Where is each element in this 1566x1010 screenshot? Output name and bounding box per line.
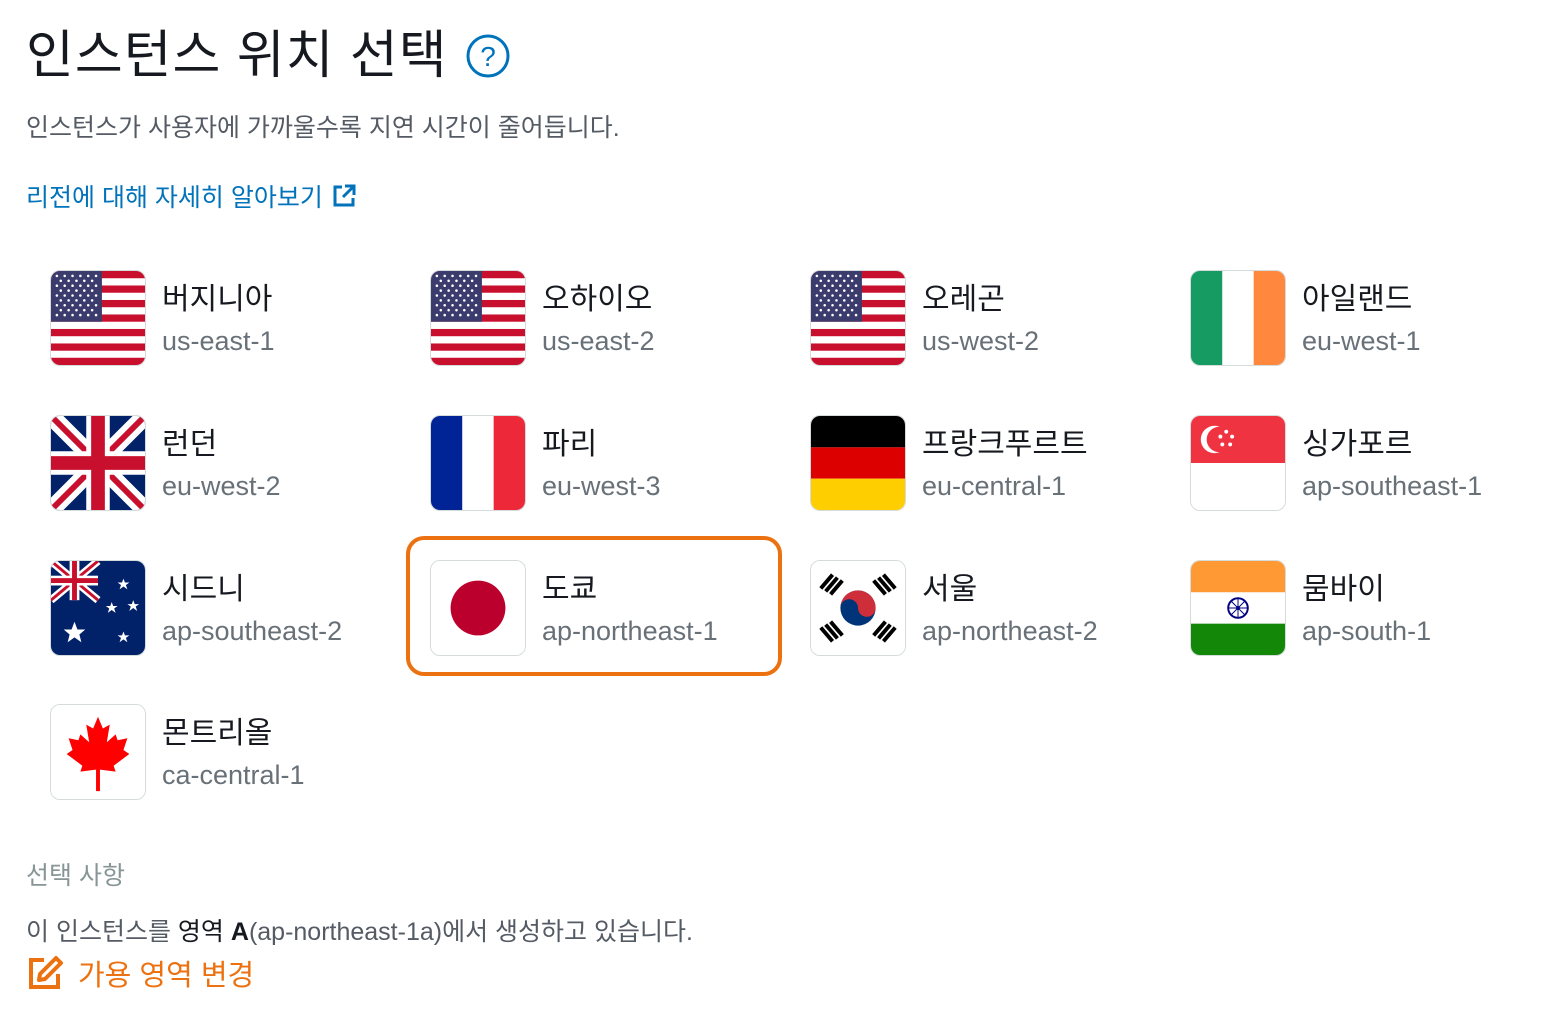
australia-flag-icon (50, 560, 146, 656)
region-card-ap-northeast-2[interactable]: 서울 ap-northeast-2 (810, 560, 1170, 660)
region-code: ap-northeast-1 (542, 616, 718, 646)
region-code: ca-central-1 (162, 760, 305, 790)
region-code: us-east-2 (542, 326, 655, 356)
region-code: ap-south-1 (1302, 616, 1432, 646)
external-link-icon (333, 184, 356, 207)
region-code: ap-southeast-2 (162, 616, 343, 646)
region-name: 도쿄 (542, 573, 598, 606)
region-code: us-east-1 (162, 326, 275, 356)
region-name: 싱가포르 (1302, 428, 1413, 461)
uk-flag-icon (50, 415, 146, 511)
region-name: 몬트리올 (162, 717, 273, 750)
canada-flag-icon (50, 704, 146, 800)
region-card-ap-south-1[interactable]: 뭄바이 ap-south-1 (1190, 560, 1550, 660)
selection-heading: 선택 사항 (26, 862, 125, 890)
region-card-us-east-1[interactable]: 버지니아 us-east-1 (50, 270, 410, 370)
region-code: ap-southeast-1 (1302, 471, 1483, 501)
region-name: 런던 (162, 428, 218, 461)
region-card-eu-west-3[interactable]: 파리 eu-west-3 (430, 415, 790, 515)
region-card-eu-west-2[interactable]: 런던 eu-west-2 (50, 415, 410, 515)
region-card-eu-west-1[interactable]: 아일랜드 eu-west-1 (1190, 270, 1550, 370)
region-name: 파리 (542, 428, 598, 461)
region-name: 뭄바이 (1302, 573, 1385, 606)
edit-icon (29, 956, 63, 989)
region-name: 서울 (922, 573, 978, 606)
title-row: 인스턴스 위치 선택 ? (26, 20, 510, 92)
selection-text-suffix: (ap-northeast-1a)에서 생성하고 있습니다. (248, 918, 693, 946)
region-card-us-east-2[interactable]: 오하이오 us-east-2 (430, 270, 790, 370)
japan-flag-icon (430, 560, 526, 656)
region-card-eu-central-1[interactable]: 프랑크푸르트 eu-central-1 (810, 415, 1170, 515)
ireland-flag-icon (1190, 270, 1286, 366)
region-name: 오레곤 (922, 283, 1005, 316)
region-name: 버지니아 (162, 283, 273, 316)
region-card-ap-northeast-1[interactable]: 도쿄 ap-northeast-1 (406, 536, 790, 676)
usa-flag-icon (50, 270, 146, 366)
region-code: us-west-2 (922, 326, 1040, 356)
selection-text: 이 인스턴스를 영역 A(ap-northeast-1a)에서 생성하고 있습니… (26, 912, 693, 948)
zone-word: 영역 (177, 918, 224, 946)
korea-flag-icon (810, 560, 906, 656)
germany-flag-icon (810, 415, 906, 511)
svg-text:?: ? (480, 41, 496, 72)
region-code: eu-west-1 (1302, 326, 1421, 356)
learn-more-label: 리전에 대해 자세히 알아보기 (26, 184, 323, 212)
region-card-us-west-2[interactable]: 오레곤 us-west-2 (810, 270, 1170, 370)
region-name: 오하이오 (542, 283, 653, 316)
region-grid: 버지니아 us-east-1 오하이오 us-east-2 오레곤 us-wes… (50, 270, 1530, 810)
usa-flag-icon (810, 270, 906, 366)
region-name: 프랑크푸르트 (922, 428, 1088, 461)
learn-more-link[interactable]: 리전에 대해 자세히 알아보기 (26, 178, 357, 214)
page-title: 인스턴스 위치 선택 (26, 27, 448, 85)
zone-letter: A (230, 918, 249, 946)
region-code: eu-central-1 (922, 471, 1067, 501)
region-card-ca-central-1[interactable]: 몬트리올 ca-central-1 (50, 704, 410, 804)
page-subtitle: 인스턴스가 사용자에 가까울수록 지연 시간이 줄어듭니다. (26, 114, 620, 142)
usa-flag-icon (430, 270, 526, 366)
france-flag-icon (430, 415, 526, 511)
help-circle-icon[interactable]: ? (466, 34, 510, 78)
region-code: eu-west-3 (542, 471, 661, 501)
india-flag-icon (1190, 560, 1286, 656)
singapore-flag-icon (1190, 415, 1286, 511)
region-name: 아일랜드 (1302, 283, 1413, 316)
change-zone-label: 가용 영역 변경 (78, 960, 255, 992)
region-code: eu-west-2 (162, 471, 281, 501)
selection-text-prefix: 이 인스턴스를 (26, 918, 178, 946)
region-card-ap-southeast-1[interactable]: 싱가포르 ap-southeast-1 (1190, 415, 1550, 515)
region-name: 시드니 (162, 573, 245, 606)
change-zone-link[interactable]: 가용 영역 변경 (26, 952, 254, 994)
region-code: ap-northeast-2 (922, 616, 1098, 646)
region-card-ap-southeast-2[interactable]: 시드니 ap-southeast-2 (50, 560, 410, 660)
